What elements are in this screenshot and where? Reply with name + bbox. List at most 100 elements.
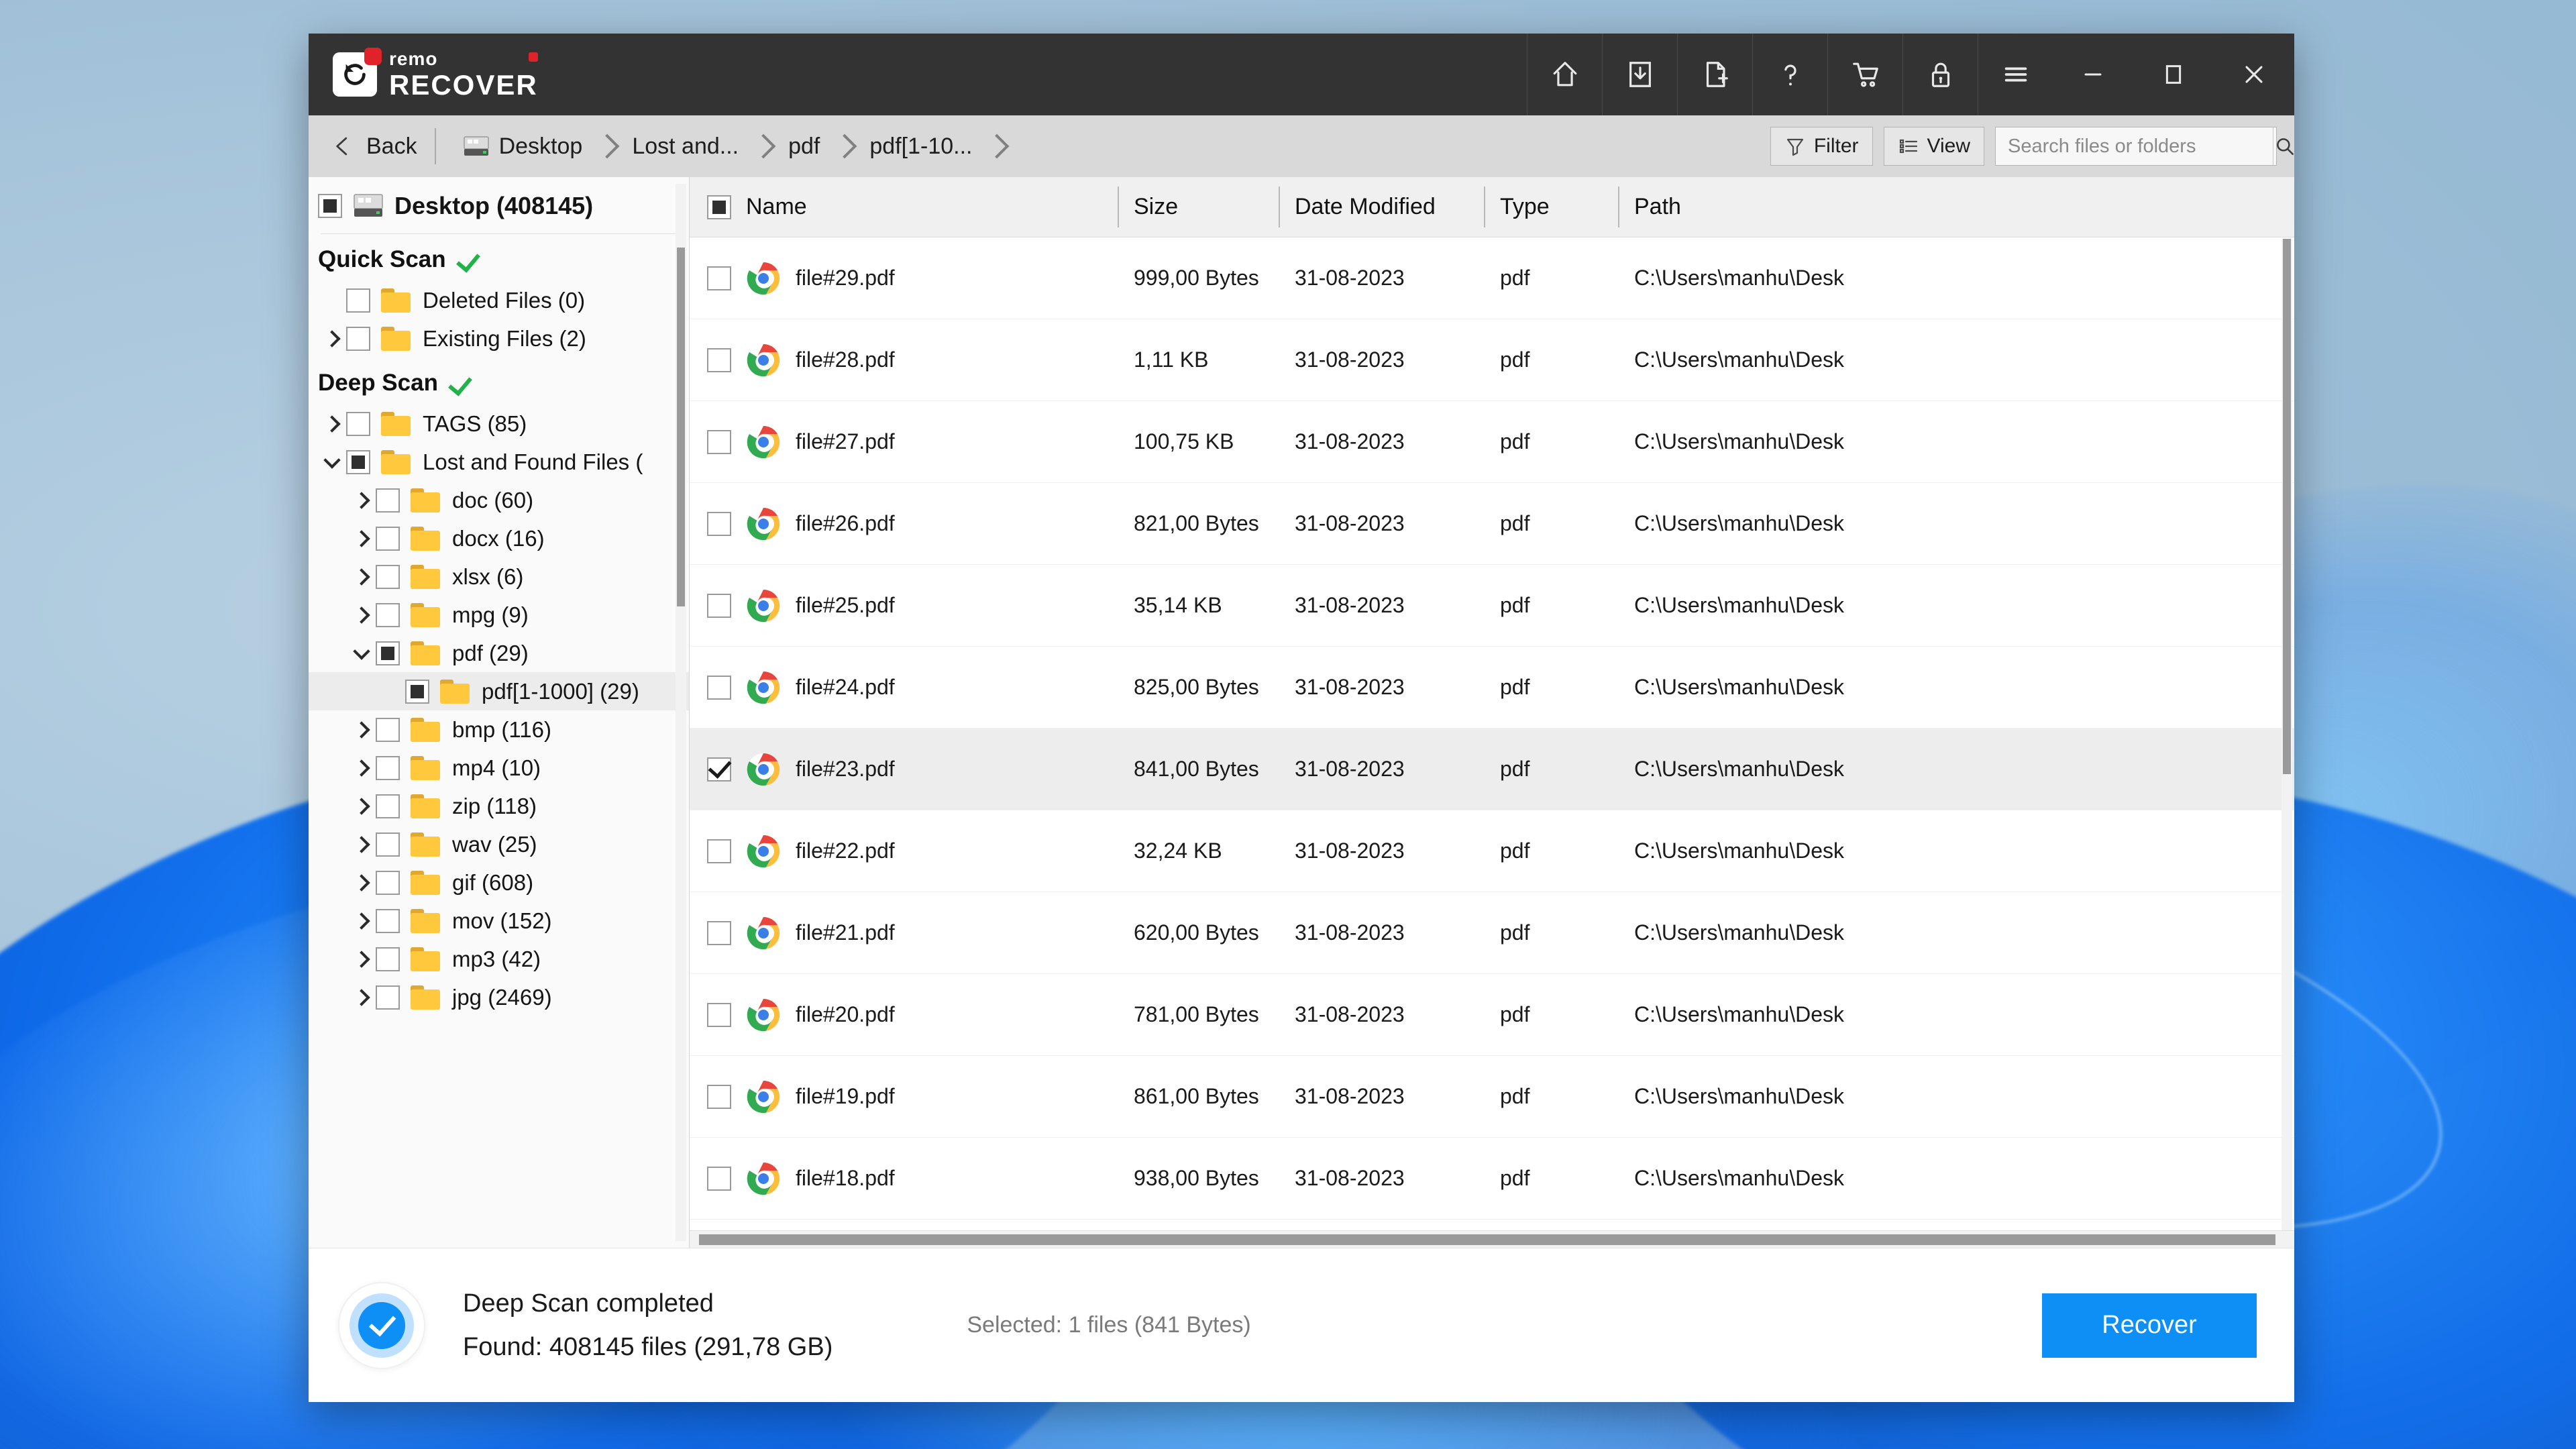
back-button[interactable]: Back	[323, 133, 435, 160]
row-checkbox[interactable]	[707, 511, 731, 536]
file-list-horizontal-scrollbar-thumb[interactable]	[699, 1234, 2275, 1245]
tree-item-pdf[interactable]: pdf (29)	[309, 634, 689, 672]
recover-button[interactable]: Recover	[2042, 1293, 2257, 1358]
tree-item-checkbox[interactable]	[376, 526, 400, 551]
expand-chevron-icon[interactable]	[347, 797, 376, 815]
table-row[interactable]: file#28.pdf 1,11 KB 31-08-2023 pdf C:\Users\…	[690, 319, 2294, 401]
sidebar-scrollbar-thumb[interactable]	[677, 247, 685, 607]
expand-chevron-icon[interactable]	[318, 415, 346, 433]
tree-item-checkbox[interactable]	[376, 985, 400, 1010]
expand-chevron-icon[interactable]	[347, 912, 376, 930]
row-checkbox[interactable]	[707, 1084, 731, 1109]
tree-item-mpg[interactable]: mpg (9)	[309, 596, 689, 634]
search-button[interactable]	[2273, 127, 2294, 165]
expand-chevron-icon[interactable]	[318, 329, 346, 347]
column-header-size[interactable]: Size	[1118, 177, 1279, 237]
search-input[interactable]	[1996, 135, 2273, 158]
file-list-scrollbar[interactable]	[2282, 239, 2292, 1230]
column-header-date-modified[interactable]: Date Modified	[1279, 177, 1484, 237]
tree-item-wav[interactable]: wav (25)	[309, 825, 689, 863]
expand-chevron-icon[interactable]	[347, 606, 376, 624]
expand-chevron-icon[interactable]	[347, 950, 376, 968]
lock-icon[interactable]	[1902, 34, 1978, 115]
tree-item-doc[interactable]: doc (60)	[309, 481, 689, 519]
breadcrumb-item-2[interactable]: pdf	[782, 131, 826, 162]
column-header-path[interactable]: Path	[1618, 177, 2279, 237]
tree-item-checkbox[interactable]	[376, 488, 400, 513]
row-checkbox[interactable]	[707, 347, 731, 372]
minimize-icon[interactable]	[2053, 34, 2133, 115]
expand-chevron-icon[interactable]	[347, 568, 376, 586]
tree-item-checkbox[interactable]	[376, 832, 400, 857]
table-row[interactable]: file#26.pdf 821,00 Bytes 31-08-2023 pdf C:\U…	[690, 483, 2294, 565]
collapse-chevron-icon[interactable]	[318, 451, 346, 469]
breadcrumb-item-1[interactable]: Lost and...	[625, 131, 745, 162]
file-list-horizontal-scrollbar[interactable]	[690, 1230, 2294, 1248]
table-row[interactable]: file#18.pdf 938,00 Bytes 31-08-2023 pdf C:\U…	[690, 1138, 2294, 1220]
table-row[interactable]: file#21.pdf 620,00 Bytes 31-08-2023 pdf C:\U…	[690, 892, 2294, 974]
tree-item-checkbox[interactable]	[376, 755, 400, 780]
tree-item-checkbox[interactable]	[376, 641, 400, 665]
tree-item-checkbox[interactable]	[346, 449, 370, 474]
tree-item-checkbox[interactable]	[346, 288, 370, 313]
tree-item-tags[interactable]: TAGS (85)	[309, 405, 689, 443]
tree-item-checkbox[interactable]	[346, 411, 370, 436]
breadcrumb-item-3[interactable]: pdf[1-10...	[863, 131, 979, 162]
row-checkbox[interactable]	[707, 1166, 731, 1191]
tree-item-mp4[interactable]: mp4 (10)	[309, 749, 689, 787]
column-header-name[interactable]: Name	[690, 177, 1118, 237]
expand-chevron-icon[interactable]	[347, 529, 376, 547]
sidebar-scrollbar[interactable]	[676, 184, 686, 1241]
maximize-icon[interactable]	[2133, 34, 2214, 115]
file-list-scrollbar-thumb[interactable]	[2283, 239, 2291, 775]
expand-chevron-icon[interactable]	[347, 491, 376, 509]
tree-item-bmp[interactable]: bmp (116)	[309, 710, 689, 749]
tree-item-checkbox[interactable]	[376, 908, 400, 933]
table-row[interactable]: file#25.pdf 35,14 KB 31-08-2023 pdf C:\Users…	[690, 565, 2294, 647]
column-header-type[interactable]: Type	[1484, 177, 1618, 237]
table-row[interactable]: file#24.pdf 825,00 Bytes 31-08-2023 pdf C:\U…	[690, 647, 2294, 729]
tree-item-checkbox[interactable]	[376, 564, 400, 589]
tree-item-checkbox[interactable]	[346, 326, 370, 351]
help-icon[interactable]	[1752, 34, 1827, 115]
expand-chevron-icon[interactable]	[347, 759, 376, 777]
tree-item-checkbox[interactable]	[376, 794, 400, 818]
tree-item-zip[interactable]: zip (118)	[309, 787, 689, 825]
tree-item-checkbox[interactable]	[405, 679, 429, 704]
table-row[interactable]: file#22.pdf 32,24 KB 31-08-2023 pdf C:\Users…	[690, 810, 2294, 892]
filter-button[interactable]: Filter	[1770, 127, 1873, 166]
tree-item-checkbox[interactable]	[376, 870, 400, 895]
tree-root-checkbox[interactable]	[318, 194, 342, 218]
row-checkbox[interactable]	[707, 593, 731, 618]
tree-item-mov[interactable]: mov (152)	[309, 902, 689, 940]
collapse-chevron-icon[interactable]	[347, 642, 376, 660]
tree-item-gif[interactable]: gif (608)	[309, 863, 689, 902]
expand-chevron-icon[interactable]	[347, 988, 376, 1006]
expand-chevron-icon[interactable]	[347, 720, 376, 739]
tree-item-checkbox[interactable]	[376, 717, 400, 742]
row-checkbox[interactable]	[707, 1002, 731, 1027]
tree-item-mp3[interactable]: mp3 (42)	[309, 940, 689, 978]
save-icon[interactable]	[1602, 34, 1677, 115]
cart-icon[interactable]	[1827, 34, 1902, 115]
tree-item-pdf[1-1000][interactable]: pdf[1-1000] (29)	[309, 672, 689, 710]
expand-chevron-icon[interactable]	[347, 873, 376, 892]
table-row[interactable]: file#23.pdf 841,00 Bytes 31-08-2023 pdf C:\U…	[690, 729, 2294, 810]
close-icon[interactable]	[2214, 34, 2294, 115]
tree-item-checkbox[interactable]	[376, 947, 400, 971]
row-checkbox[interactable]	[707, 266, 731, 290]
table-row[interactable]: file#29.pdf 999,00 Bytes 31-08-2023 pdf C:\U…	[690, 237, 2294, 319]
tree-root-desktop[interactable]: Desktop (408145)	[309, 188, 689, 231]
select-all-checkbox[interactable]	[707, 195, 731, 219]
table-row[interactable]: file#20.pdf 781,00 Bytes 31-08-2023 pdf C:\U…	[690, 974, 2294, 1056]
tree-item-docx[interactable]: docx (16)	[309, 519, 689, 557]
view-button[interactable]: View	[1883, 127, 1984, 166]
search-field[interactable]	[1995, 127, 2294, 166]
table-row[interactable]: file#27.pdf 100,75 KB 31-08-2023 pdf C:\User…	[690, 401, 2294, 483]
tree-item-checkbox[interactable]	[376, 602, 400, 627]
tree-item-deleted[interactable]: Deleted Files (0)	[309, 281, 689, 319]
tree-item-existing[interactable]: Existing Files (2)	[309, 319, 689, 358]
tree-item-xlsx[interactable]: xlsx (6)	[309, 557, 689, 596]
home-icon[interactable]	[1527, 34, 1602, 115]
new-file-icon[interactable]	[1677, 34, 1752, 115]
